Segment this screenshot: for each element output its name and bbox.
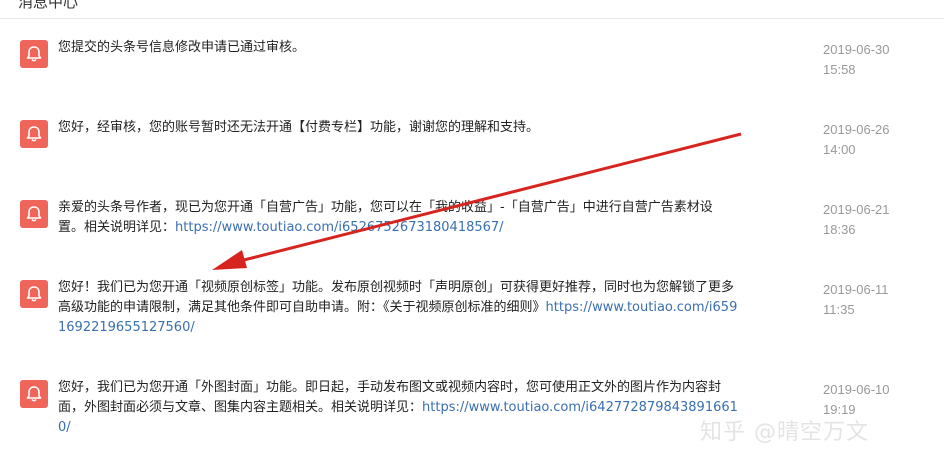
notice-text: 亲爱的头条号作者，现已为您开通「自营广告」功能，您可以在「我的收益」-「自营广告… — [58, 198, 738, 238]
bell-icon — [20, 40, 48, 68]
notice-date-time: 18:36 — [823, 222, 856, 237]
notice-date: 2019-06-26 14:00 — [823, 120, 933, 160]
arrow-head — [212, 250, 247, 270]
notice-text: 您提交的头条号信息修改申请已通过审核。 — [58, 38, 738, 58]
watermark: 知乎 @晴空万文 — [700, 420, 869, 445]
notice-link[interactable]: https://www.toutiao.com/i652675267318041… — [175, 220, 504, 235]
notice-text: 您好！我们已为您开通「视频原创标签」功能。发布原创视频时「声明原创」可获得更好推… — [58, 278, 738, 338]
notice-date-day: 2019-06-30 — [823, 42, 890, 57]
notice-date-day: 2019-06-21 — [823, 202, 890, 217]
notice-date: 2019-06-21 18:36 — [823, 200, 933, 240]
bell-icon — [20, 120, 48, 148]
notice-date: 2019-06-30 15:58 — [823, 40, 933, 80]
bell-icon — [20, 380, 48, 408]
notice-date-time: 14:00 — [823, 142, 856, 157]
notice-text: 您好，经审核，您的账号暂时还无法开通【付费专栏】功能，谢谢您的理解和支持。 — [58, 118, 738, 138]
bell-icon — [20, 200, 48, 228]
notice-date: 2019-06-11 11:35 — [823, 280, 933, 320]
page-title: 消息中心 — [18, 0, 79, 11]
notice-date-time: 11:35 — [823, 302, 855, 317]
notice-message: 您好，经审核，您的账号暂时还无法开通【付费专栏】功能，谢谢您的理解和支持。 — [58, 120, 540, 135]
notice-date-day: 2019-06-11 — [823, 282, 889, 297]
notice-date-day: 2019-06-26 — [823, 122, 890, 137]
notice-date-day: 2019-06-10 — [823, 382, 890, 397]
notice-message: 您提交的头条号信息修改申请已通过审核。 — [58, 40, 306, 55]
notice-text: 您好，我们已为您开通「外图封面」功能。即日起，手动发布图文或视频内容时，您可使用… — [58, 378, 738, 438]
bell-icon — [20, 280, 48, 308]
notice-date-time: 15:58 — [823, 62, 856, 77]
header-strip: 消息中心 — [0, 0, 944, 19]
